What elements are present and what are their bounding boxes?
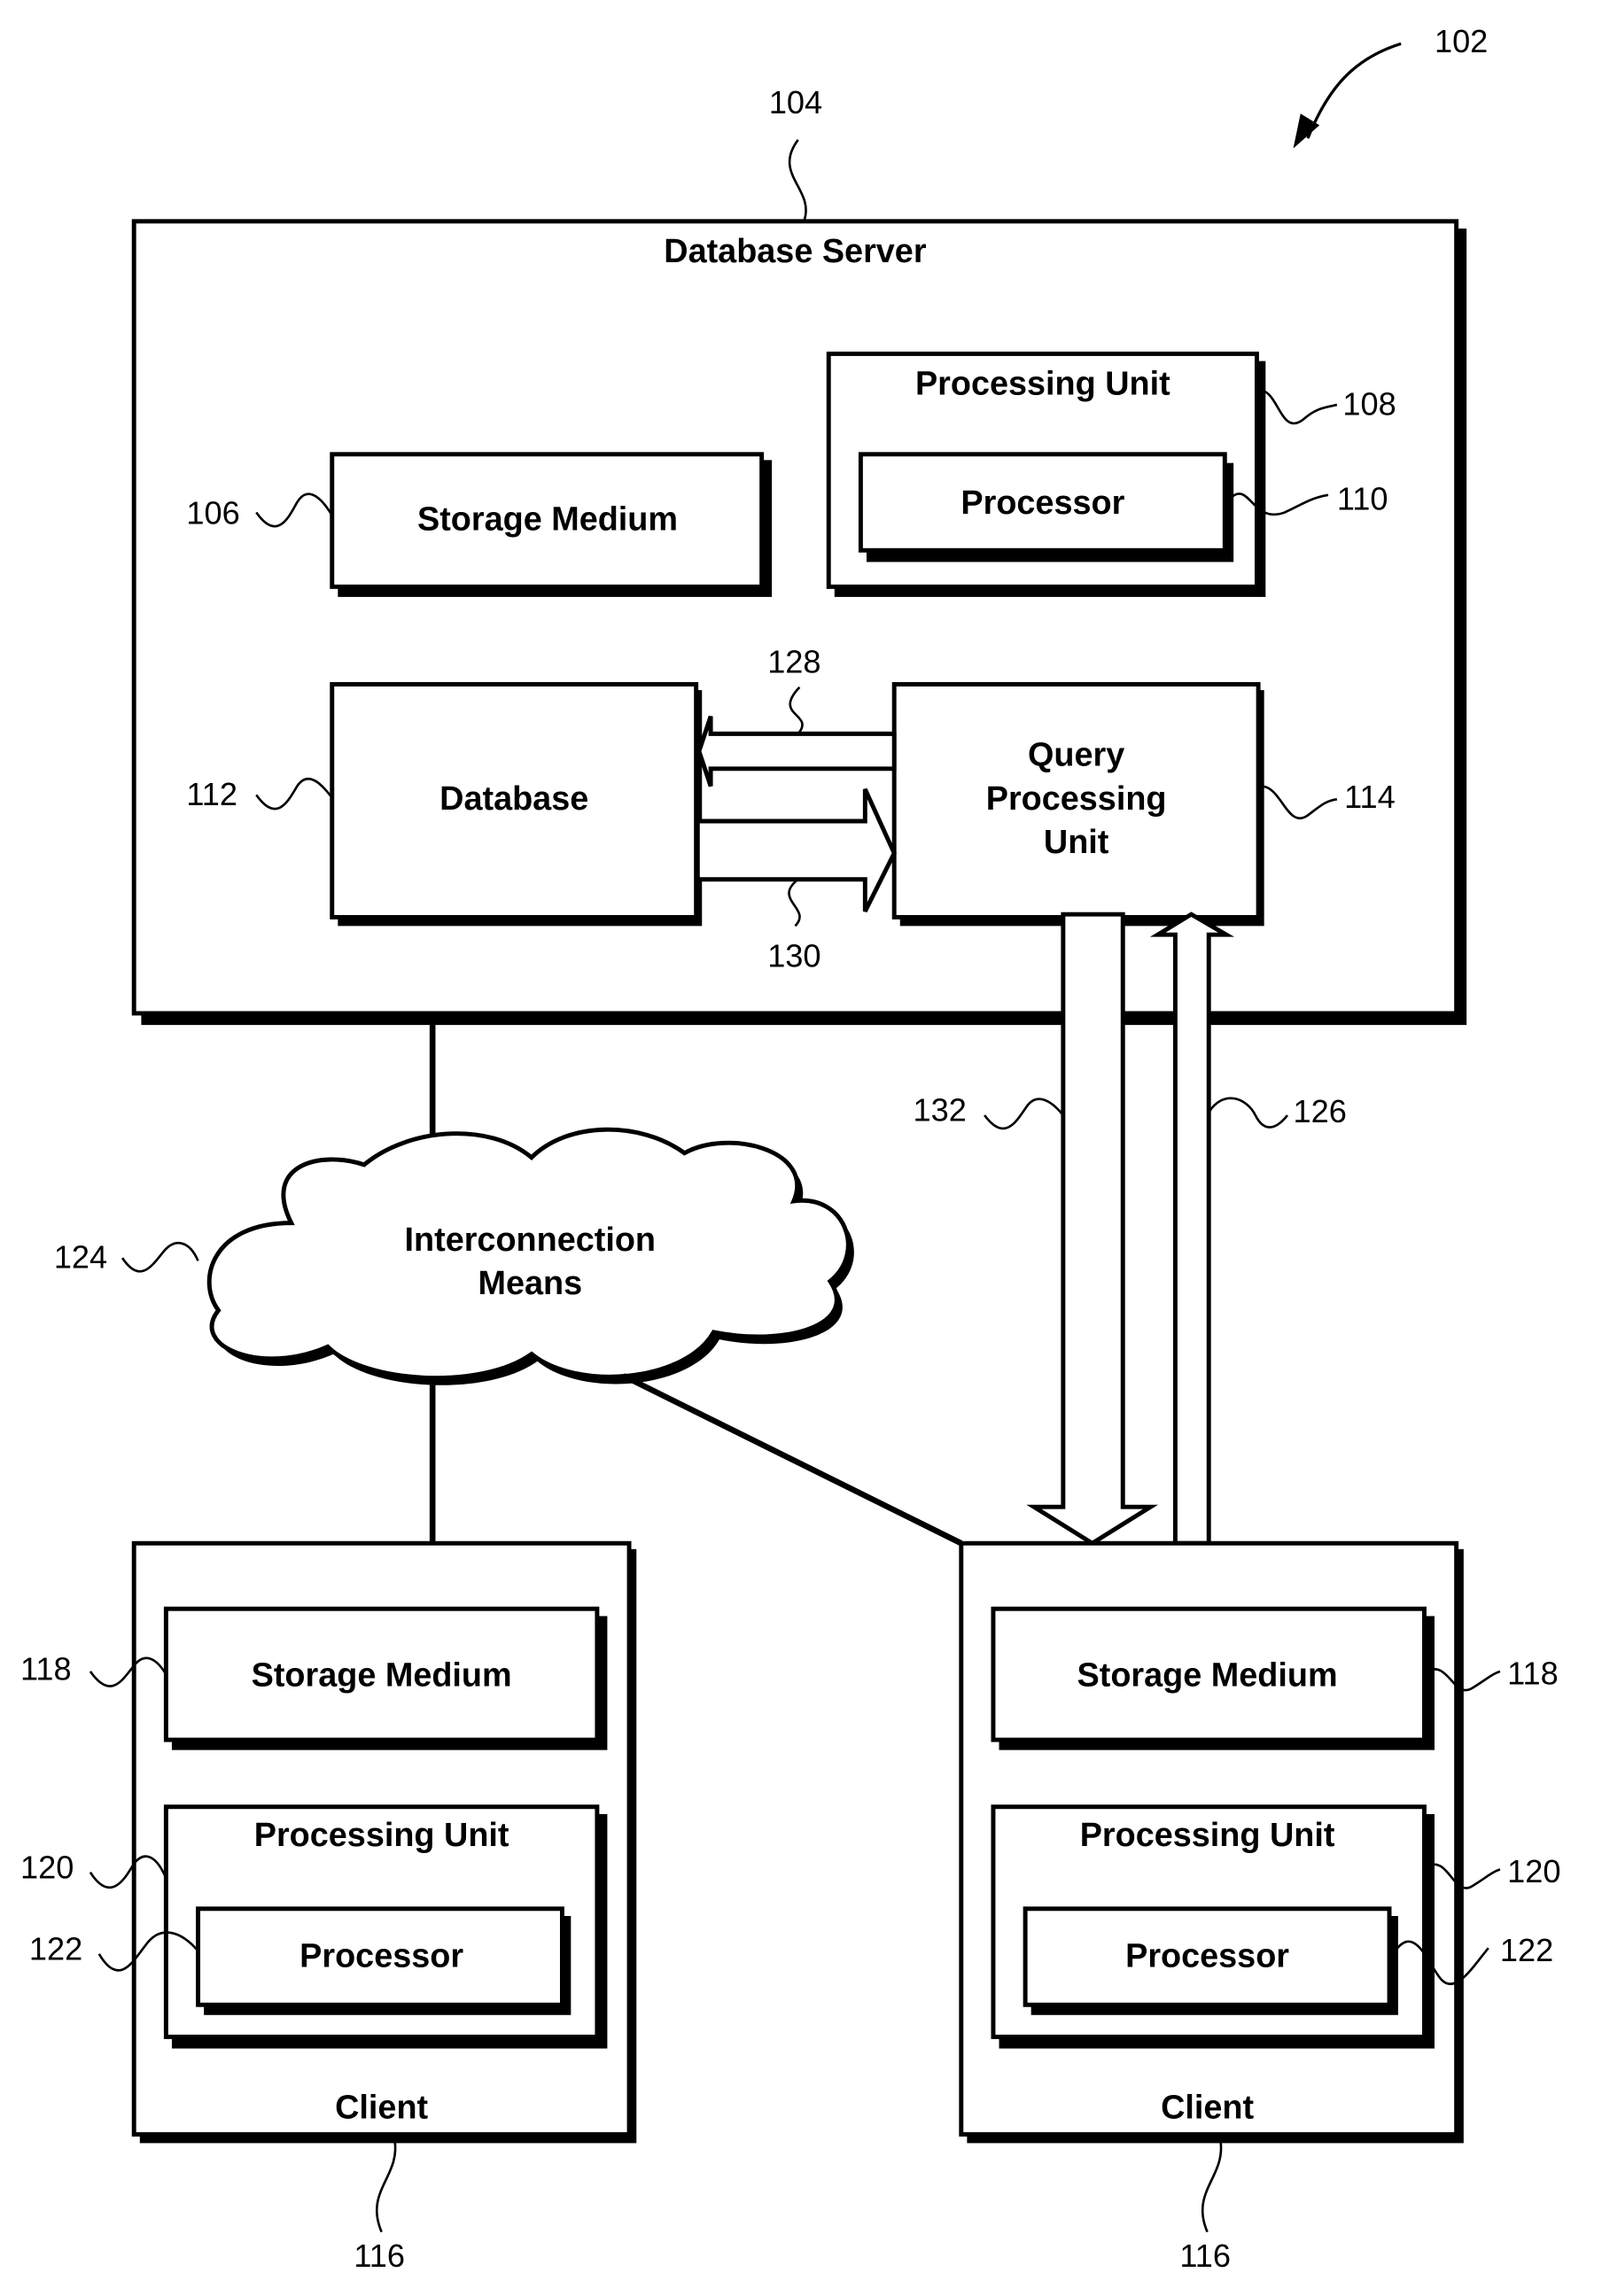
server-processing-unit-ref: 108 xyxy=(1342,385,1396,422)
qpu-ref: 114 xyxy=(1344,779,1396,815)
server-processor-label: Processor xyxy=(960,485,1124,522)
figure-arrow-icon xyxy=(1306,42,1402,139)
client-right-processor-label: Processor xyxy=(1125,1938,1289,1975)
system-diagram: 102 104 Database Server Storage Medium 1… xyxy=(20,23,1560,2274)
server-processing-unit-label: Processing Unit xyxy=(915,365,1170,402)
cloud-label-line-1: Interconnection xyxy=(405,1222,657,1259)
client-right: Client 116 Storage Medium 118 Processing… xyxy=(959,1540,1560,2274)
cloud-label-line-2: Means xyxy=(478,1265,582,1302)
client-left: Client 116 Storage Medium 118 Processing… xyxy=(20,1540,637,2274)
link-126-ref: 126 xyxy=(1294,1093,1347,1129)
arrow-128-ref: 128 xyxy=(767,643,820,679)
client-left-title: Client xyxy=(335,2089,428,2126)
server-storage-label: Storage Medium xyxy=(417,500,678,538)
client-right-title: Client xyxy=(1161,2089,1254,2126)
database-label: Database xyxy=(439,780,588,818)
server-ref-leader xyxy=(788,139,807,222)
interconnection-means: Interconnection Means 124 xyxy=(54,1127,854,1385)
client-left-processor-ref: 122 xyxy=(29,1930,82,1966)
link-132-leader xyxy=(984,1098,1064,1130)
server-processor-ref: 110 xyxy=(1337,480,1388,516)
client-left-storage-ref: 118 xyxy=(20,1651,72,1687)
link-132-ref: 132 xyxy=(914,1092,967,1129)
client-right-storage-ref: 118 xyxy=(1507,1656,1559,1692)
client-left-storage-label: Storage Medium xyxy=(252,1656,512,1694)
figure-ref: 102 xyxy=(1435,23,1488,59)
client-left-processor-label: Processor xyxy=(299,1938,463,1975)
cloud-leader xyxy=(121,1242,199,1273)
server-storage-ref: 106 xyxy=(186,495,239,531)
figure-ref-group: 102 xyxy=(1293,23,1488,149)
client-right-ref: 116 xyxy=(1179,2238,1231,2274)
network-client2-link xyxy=(622,1373,963,1547)
link-126-leader xyxy=(1208,1097,1288,1129)
server-title: Database Server xyxy=(664,233,927,270)
client-right-ref-leader xyxy=(1201,2139,1223,2233)
client-left-ref: 116 xyxy=(354,2238,405,2274)
client-right-processor-ref: 122 xyxy=(1500,1932,1553,1968)
client-left-ref-leader xyxy=(376,2139,397,2233)
qpu-label-line-3: Unit xyxy=(1044,824,1109,861)
database-ref: 112 xyxy=(186,776,237,812)
qpu-label-line-2: Processing xyxy=(986,780,1167,818)
client-right-storage-label: Storage Medium xyxy=(1077,1656,1338,1694)
client-right-processing-unit-label: Processing Unit xyxy=(1080,1817,1335,1854)
arrow-130-ref: 130 xyxy=(767,937,820,973)
client-left-processing-unit-ref: 120 xyxy=(20,1849,74,1885)
qpu-label-line-1: Query xyxy=(1028,737,1124,774)
server-ref: 104 xyxy=(769,84,822,120)
cloud-ref: 124 xyxy=(54,1239,107,1276)
client-right-processing-unit-ref: 120 xyxy=(1507,1853,1560,1889)
database-server: 104 Database Server Storage Medium 106 P… xyxy=(131,84,1467,1026)
client-left-processing-unit-label: Processing Unit xyxy=(254,1817,509,1854)
